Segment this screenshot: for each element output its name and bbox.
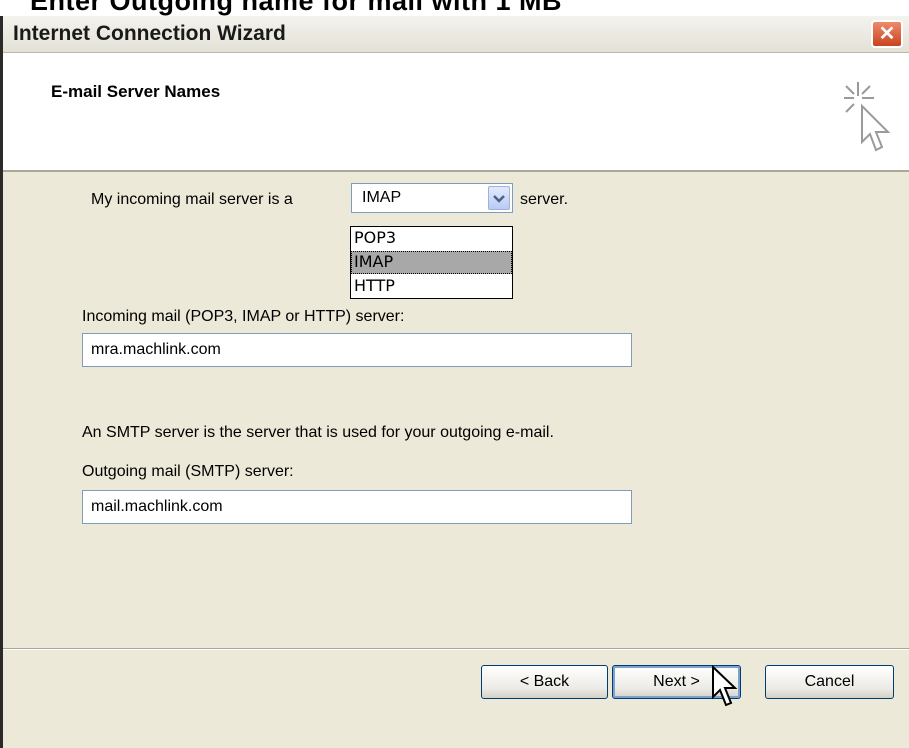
wizard-sparkle-cursor-icon bbox=[844, 82, 891, 152]
outgoing-server-input[interactable]: mail.machlink.com bbox=[82, 490, 632, 524]
outgoing-server-label: Outgoing mail (SMTP) server: bbox=[82, 463, 294, 480]
window-title: Internet Connection Wizard bbox=[13, 22, 286, 45]
close-button[interactable]: ✕ bbox=[871, 20, 903, 48]
server-type-value: IMAP bbox=[362, 189, 402, 206]
option-http[interactable]: HTTP bbox=[351, 275, 512, 298]
option-pop3[interactable]: POP3 bbox=[351, 227, 512, 250]
mouse-pointer-icon bbox=[712, 665, 738, 707]
back-button[interactable]: < Back bbox=[481, 665, 608, 699]
chevron-down-icon bbox=[493, 195, 505, 203]
incoming-server-input[interactable]: mra.machlink.com bbox=[82, 333, 632, 367]
incoming-server-label: Incoming mail (POP3, IMAP or HTTP) serve… bbox=[82, 308, 405, 325]
top-caption: Enter Outgoing name for mail with 1 MB bbox=[30, 0, 563, 16]
server-type-dropdown-list: POP3 IMAP HTTP bbox=[350, 226, 513, 299]
server-type-select[interactable]: IMAP bbox=[351, 183, 513, 213]
dropdown-arrow-button[interactable] bbox=[488, 186, 510, 210]
title-bar[interactable]: Internet Connection Wizard ✕ bbox=[3, 16, 909, 53]
wizard-header: E-mail Server Names bbox=[3, 53, 909, 172]
incoming-type-suffix: server. bbox=[520, 191, 569, 208]
incoming-type-prefix: My incoming mail server is a bbox=[91, 191, 293, 208]
close-icon: ✕ bbox=[878, 23, 896, 45]
option-imap[interactable]: IMAP bbox=[351, 251, 512, 274]
cancel-button[interactable]: Cancel bbox=[765, 665, 894, 699]
page-title: E-mail Server Names bbox=[51, 82, 221, 101]
wizard-window: Internet Connection Wizard ✕ E-mail Serv… bbox=[0, 16, 909, 748]
smtp-info-text: An SMTP server is the server that is use… bbox=[82, 424, 554, 441]
footer-divider bbox=[3, 648, 909, 650]
